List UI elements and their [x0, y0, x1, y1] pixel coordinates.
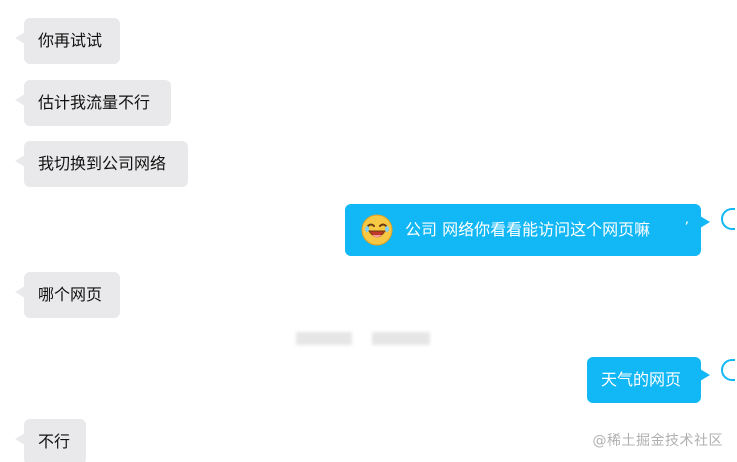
- message-text: 估计我流量不行: [38, 93, 151, 112]
- message-bubble-outgoing[interactable]: 公司 网络你看看能访问这个网页嘛 ’: [345, 204, 735, 256]
- message-text: 我切换到公司网络: [38, 154, 167, 173]
- redacted-content: [372, 332, 430, 345]
- chat-window: 你再试试 估计我流量不行 我切换到公司网络 公司 网络你看看能访问这个网页嘛 ’…: [0, 0, 737, 462]
- message-text: 不行: [38, 432, 71, 451]
- message-text: 公司 网络你看看能访问这个网页嘛: [405, 220, 651, 239]
- message-bubble-incoming[interactable]: 我切换到公司网络: [15, 141, 188, 187]
- message-bubble-outgoing[interactable]: 天气的网页: [587, 357, 735, 403]
- message-bubble-incoming[interactable]: 你再试试: [15, 18, 120, 64]
- message-text: 哪个网页: [38, 285, 103, 304]
- avatar[interactable]: [721, 359, 735, 381]
- message-text: 天气的网页: [601, 370, 682, 389]
- message-bubble-incoming[interactable]: 哪个网页: [15, 272, 120, 318]
- avatar[interactable]: [721, 208, 735, 230]
- message-bubble-incoming[interactable]: 不行: [15, 419, 86, 462]
- message-bubble-incoming[interactable]: 估计我流量不行: [15, 80, 171, 126]
- message-text: 你再试试: [38, 31, 103, 50]
- apostrophe-mark: ’: [684, 220, 689, 236]
- redacted-content: [296, 332, 352, 345]
- watermark: @稀土掘金技术社区: [592, 433, 723, 449]
- laughing-face-emoji-icon: [361, 214, 393, 246]
